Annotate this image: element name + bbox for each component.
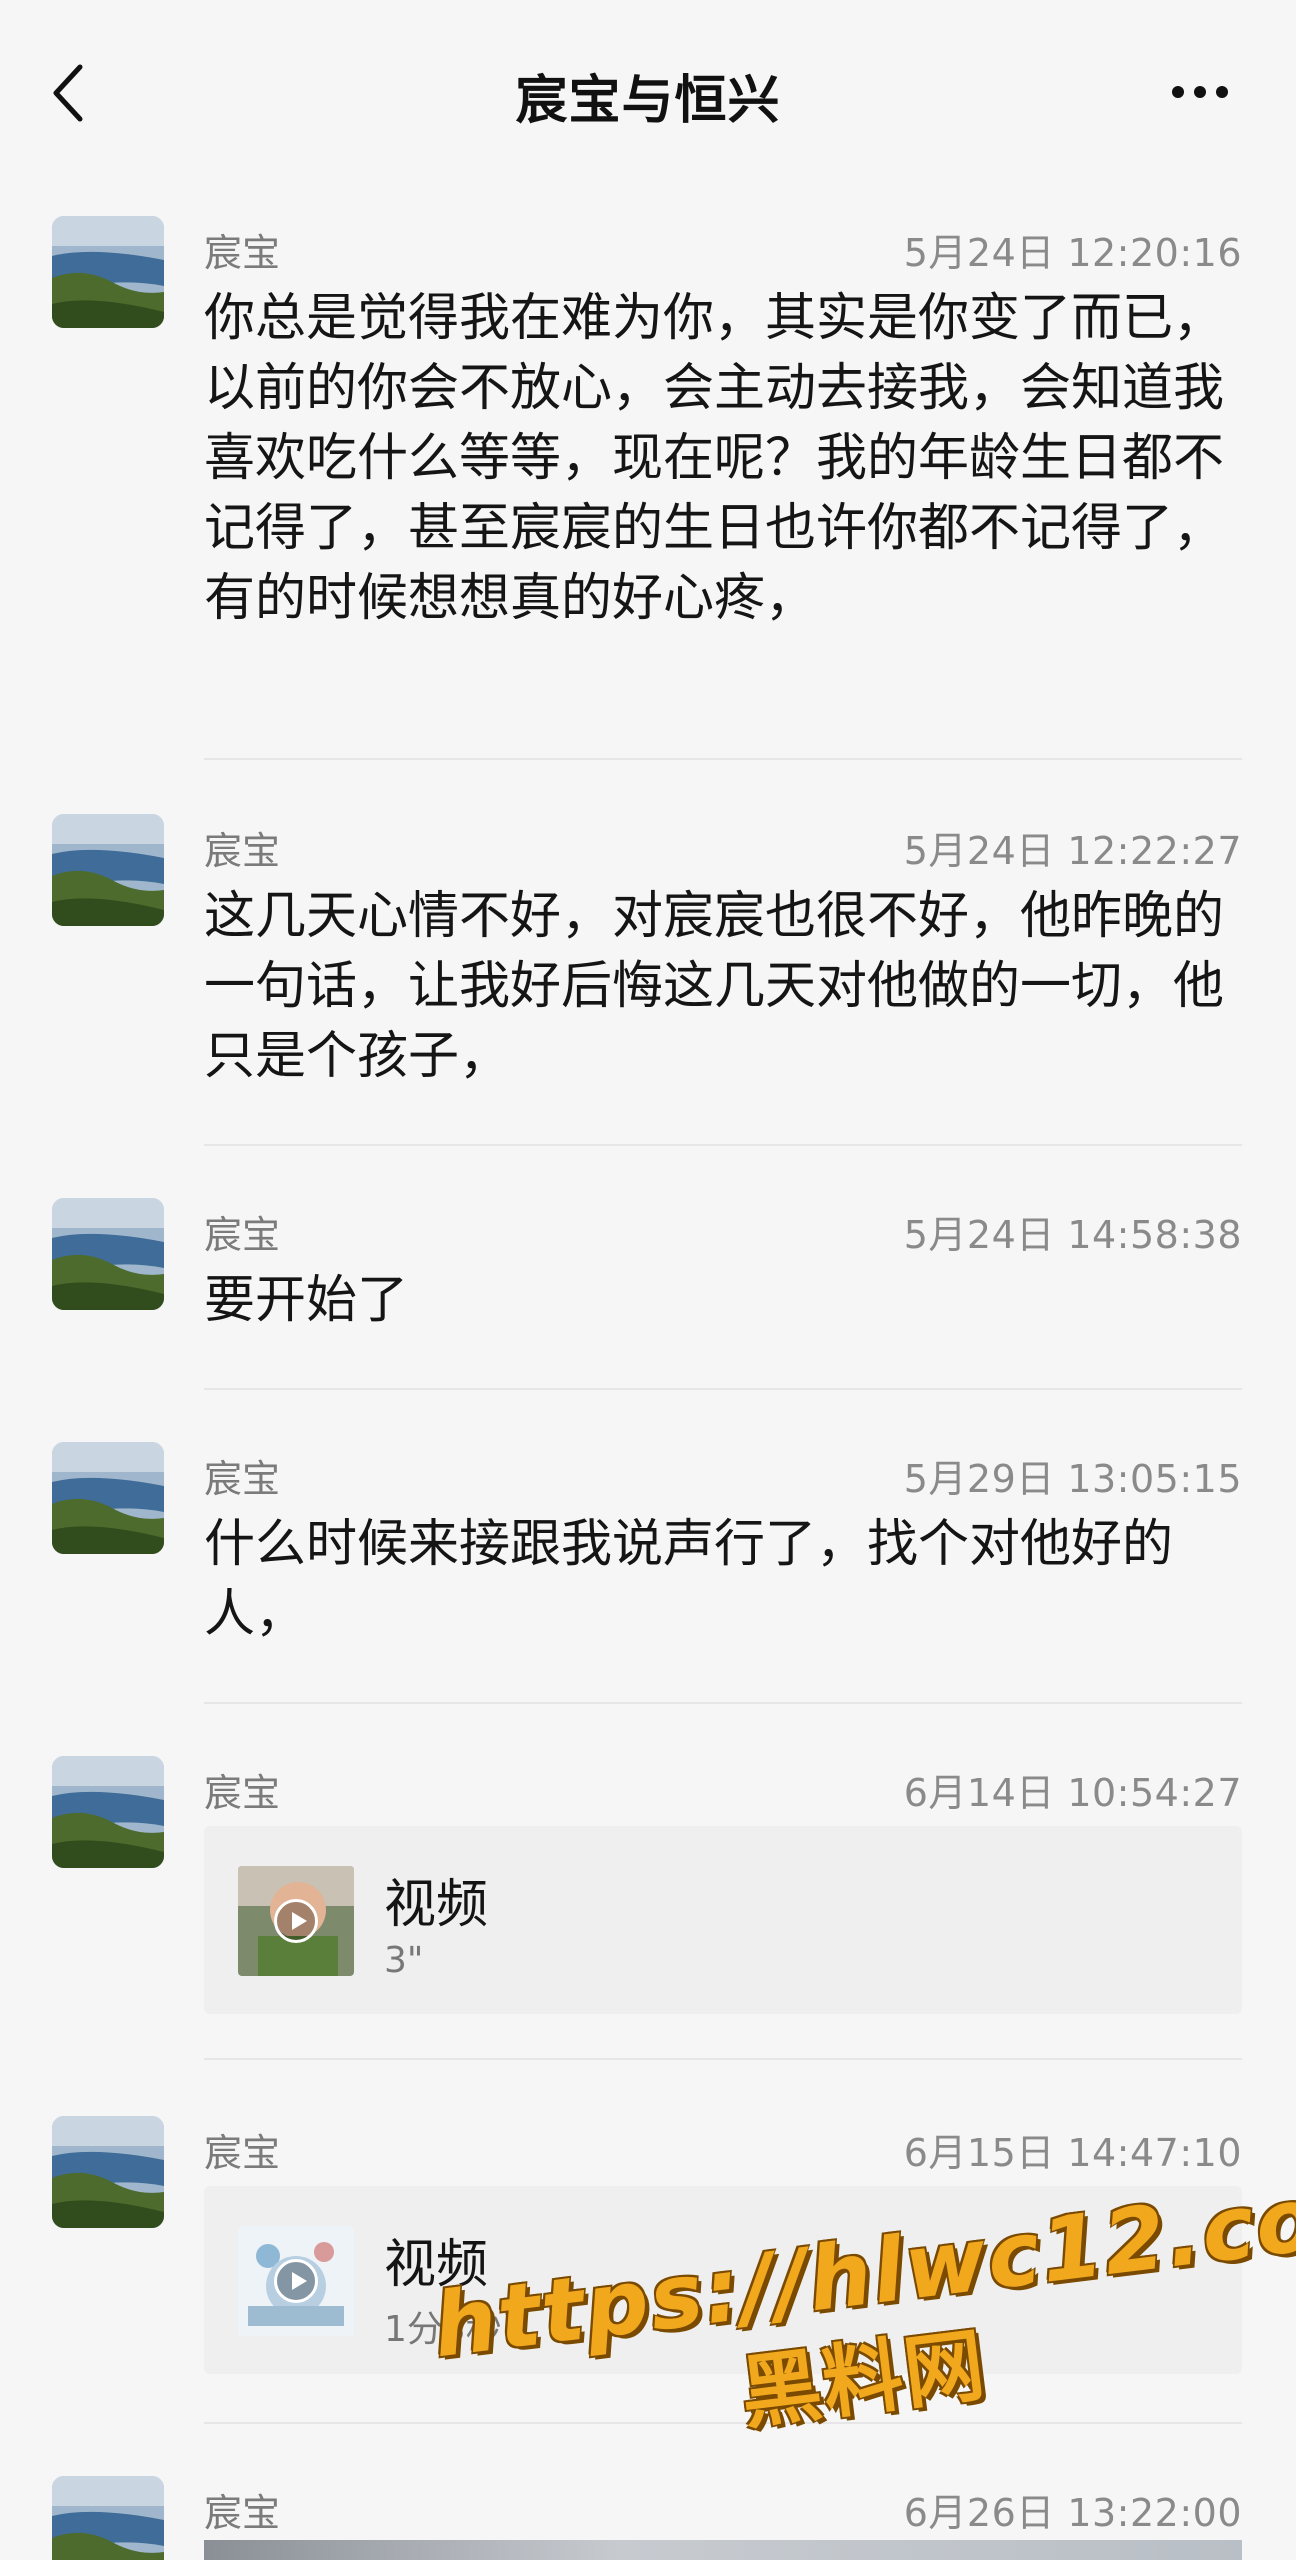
sender-name: 宸宝	[204, 1457, 281, 1501]
video-thumbnail	[238, 2226, 354, 2336]
message-text: 这几天心情不好，对宸宸也很不好，他昨晚的一句话，让我好后悔这几天对他做的一切，他…	[204, 887, 1225, 1086]
message-time: 5月24日 12:20:16	[903, 231, 1242, 275]
landscape-avatar-icon[interactable]	[52, 1442, 164, 1554]
message-time: 5月24日 14:58:38	[903, 1213, 1242, 1257]
message-divider	[204, 2058, 1242, 2060]
play-icon	[274, 1899, 318, 1943]
chevron-left-icon	[53, 64, 83, 122]
more-dots-icon	[1216, 86, 1228, 98]
message-text: 你总是觉得我在难为你，其实是你变了而已，以前的你会不放心，会主动去接我，会知道我…	[204, 289, 1225, 628]
message-time: 6月15日 14:47:10	[903, 2131, 1242, 2175]
sender-name: 宸宝	[204, 231, 281, 275]
chat-header: 宸宝与恒兴	[0, 0, 1296, 190]
sender-name: 宸宝	[204, 2491, 281, 2535]
sender-name: 宸宝	[204, 1213, 281, 1257]
message-time: 6月26日 13:22:00	[903, 2491, 1242, 2535]
sender-name: 宸宝	[204, 1771, 281, 1815]
video-label: 视频	[384, 2235, 489, 2295]
sender-name: 宸宝	[204, 2131, 281, 2175]
landscape-avatar-icon[interactable]	[52, 1198, 164, 1310]
landscape-avatar-icon[interactable]	[52, 2116, 164, 2228]
media-preview-partial[interactable]	[204, 2540, 1242, 2560]
more-button[interactable]	[1160, 70, 1240, 114]
more-dots-icon	[1172, 86, 1184, 98]
message-divider	[204, 1144, 1242, 1146]
video-label: 视频	[384, 1875, 489, 1935]
message-divider	[204, 2422, 1242, 2424]
message-text: 要开始了	[204, 1271, 409, 1330]
landscape-avatar-icon[interactable]	[52, 814, 164, 926]
landscape-avatar-icon[interactable]	[52, 2476, 164, 2560]
message-time: 5月24日 12:22:27	[903, 829, 1242, 873]
more-dots-icon	[1194, 86, 1206, 98]
video-duration: 3"	[384, 1940, 424, 1981]
video-thumbnail	[238, 1866, 354, 1976]
landscape-avatar-icon[interactable]	[52, 216, 164, 328]
play-icon	[274, 2259, 318, 2303]
video-message-card[interactable]: 视频 3"	[204, 1826, 1242, 2014]
video-duration: 1分3秒	[384, 2309, 502, 2350]
message-time: 5月29日 13:05:15	[903, 1457, 1242, 1501]
message-divider	[204, 1702, 1242, 1704]
video-message-card[interactable]: 视频 1分3秒	[204, 2186, 1242, 2374]
chat-title: 宸宝与恒兴	[515, 70, 781, 131]
message-time: 6月14日 10:54:27	[903, 1771, 1242, 1815]
back-button[interactable]	[40, 58, 96, 128]
message-divider	[204, 1388, 1242, 1390]
message-divider	[204, 758, 1242, 760]
message-text: 什么时候来接跟我说声行了，找个对他好的人，	[204, 1515, 1174, 1644]
landscape-avatar-icon[interactable]	[52, 1756, 164, 1868]
sender-name: 宸宝	[204, 829, 281, 873]
